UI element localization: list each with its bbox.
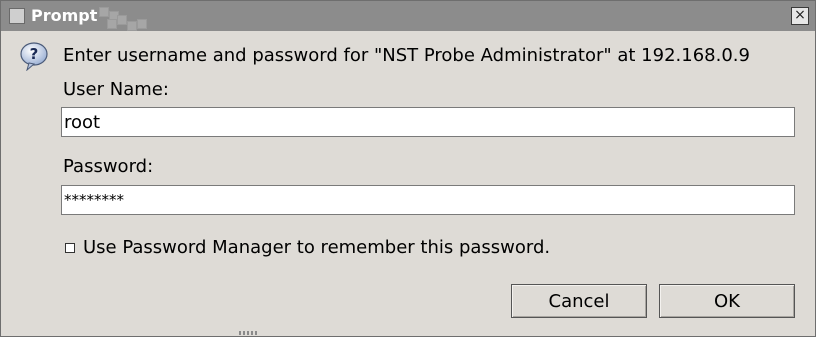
titlebar-pattern	[93, 1, 153, 31]
window-menu-icon[interactable]	[9, 8, 25, 24]
remember-password-label[interactable]: Use Password Manager to remember this pa…	[83, 237, 550, 258]
remember-password-row[interactable]: Use Password Manager to remember this pa…	[65, 237, 550, 258]
prompt-message: Enter username and password for "NST Pro…	[63, 45, 750, 66]
cancel-button[interactable]: Cancel	[511, 284, 647, 318]
username-label: User Name:	[63, 79, 169, 100]
question-icon: ?	[20, 42, 48, 71]
username-input[interactable]	[62, 108, 796, 136]
titlebar[interactable]: Prompt ×	[1, 1, 815, 31]
username-field[interactable]	[61, 107, 796, 137]
password-input[interactable]	[62, 186, 796, 214]
remember-password-checkbox[interactable]	[65, 242, 75, 253]
resize-grip[interactable]	[239, 331, 259, 335]
close-button[interactable]: ×	[791, 7, 809, 25]
svg-text:?: ?	[30, 45, 39, 63]
password-field[interactable]	[61, 185, 796, 215]
password-label: Password:	[63, 156, 154, 177]
window-title: Prompt	[31, 6, 98, 25]
ok-button[interactable]: OK	[659, 284, 795, 318]
prompt-dialog: Prompt × ? Enter username and password f…	[0, 0, 816, 337]
